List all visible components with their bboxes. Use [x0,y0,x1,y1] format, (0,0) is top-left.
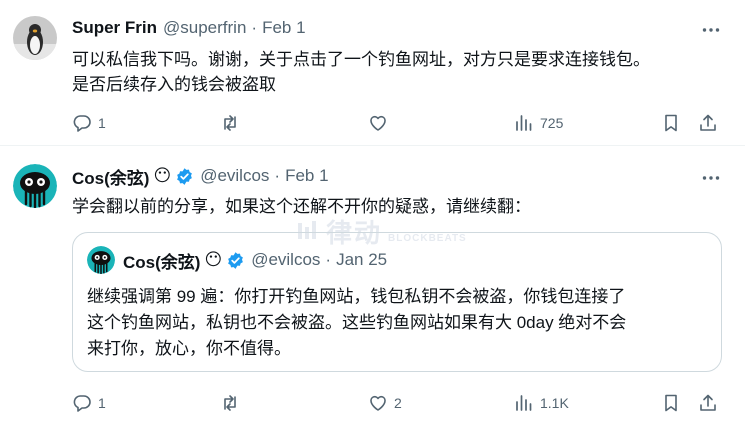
views-count: 725 [540,115,564,131]
author-handle[interactable]: @superfrin [163,18,246,38]
bookmark-icon [665,114,677,132]
like-icon [370,395,386,411]
quote-header: Cos(余弦) 😶 @evilcos · Jan 25 [123,248,387,273]
bookmark-button[interactable] [661,112,681,134]
tweet-text: 学会翻以前的分享，如果这个还解不开你的疑惑，请继续翻： [72,197,531,216]
emoji-badge: 😶 [204,250,223,269]
quoted-tweet[interactable]: Cos(余弦) 😶 @evilcos · Jan 25 继续强调第 99 遍：你… [72,232,722,372]
reply-count: 1 [98,115,106,131]
tweet[interactable]: Super Frin @superfrin · Feb 1 可以私信我下吗。谢谢… [0,0,745,146]
like-count: 2 [394,395,402,411]
more-icon[interactable] [701,20,721,40]
author-name[interactable]: Cos(余弦) [72,164,149,189]
bookmark-button[interactable] [661,392,681,414]
views-button[interactable]: 1.1K [514,392,569,414]
like-button[interactable] [368,112,394,134]
views-button[interactable]: 725 [514,112,563,134]
more-icon[interactable] [701,168,721,188]
quote-author-name[interactable]: Cos(余弦) [123,248,200,273]
share-icon [700,394,716,411]
separator: · [325,250,332,269]
repost-button[interactable] [220,392,246,414]
quote-date[interactable]: Jan 25 [336,250,387,270]
views-icon [516,115,532,131]
bookmark-icon [665,394,677,412]
avatar[interactable] [13,164,57,208]
emoji-badge: 😶 [153,166,172,185]
like-icon [370,115,386,131]
reply-count: 1 [98,395,106,411]
quote-avatar[interactable] [87,246,115,274]
reply-button[interactable]: 1 [72,112,106,134]
separator: · [251,18,258,37]
repost-button[interactable] [220,112,246,134]
tweet-header: Super Frin @superfrin · Feb 1 [72,18,306,38]
tweet-text: 可以私信我下吗。谢谢，关于点击了一个钓鱼网址，对方只是要求连接钱包。 是否后续存… [72,50,650,94]
action-bar: 1 2 1.1K [72,392,727,414]
separator: · [274,166,281,185]
tweet-header: Cos(余弦) 😶 @evilcos · Feb 1 [72,164,329,189]
quote-text: 继续强调第 99 遍：你打开钓鱼网站，钱包私钥不会被盗，你钱包连接了 这个钓鱼网… [87,287,627,358]
verified-icon [177,167,193,185]
reply-icon [73,115,91,132]
share-button[interactable] [698,112,718,134]
verified-icon [228,251,244,269]
author-name[interactable]: Super Frin [72,18,157,38]
tweet-date[interactable]: Feb 1 [285,166,328,186]
author-handle[interactable]: @evilcos [200,166,269,186]
share-icon [700,114,716,131]
avatar[interactable] [13,16,57,60]
repost-icon [224,395,236,411]
share-button[interactable] [698,392,718,414]
quote-author-handle[interactable]: @evilcos [251,250,320,270]
tweet[interactable]: Cos(余弦) 😶 @evilcos · Feb 1 学会翻以前的分享，如果这个… [0,146,745,437]
like-button[interactable]: 2 [368,392,402,414]
views-icon [516,395,532,411]
tweet-date[interactable]: Feb 1 [262,18,305,38]
repost-icon [224,115,236,131]
reply-icon [73,395,91,412]
action-bar: 1 725 [72,112,727,134]
views-count: 1.1K [540,395,569,411]
reply-button[interactable]: 1 [72,392,106,414]
